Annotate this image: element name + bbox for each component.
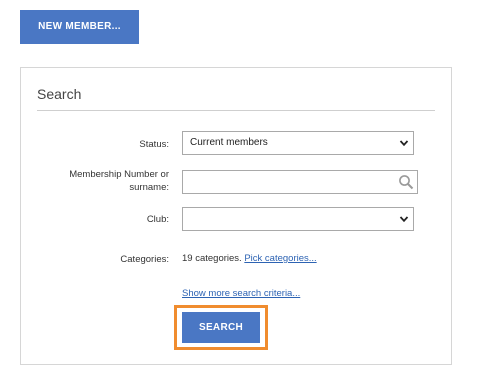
- club-select[interactable]: [182, 207, 414, 231]
- status-select[interactable]: Current members: [182, 131, 414, 155]
- status-label: Status:: [139, 139, 169, 150]
- new-member-button[interactable]: NEW MEMBER...: [20, 10, 139, 44]
- search-icon[interactable]: [398, 174, 414, 190]
- status-select-value: Current members: [190, 137, 268, 148]
- page: NEW MEMBER... Search Status: Current mem…: [0, 0, 498, 392]
- search-panel: Search Status: Current members Membershi…: [20, 67, 452, 365]
- club-label: Club:: [146, 214, 169, 225]
- membership-label: Membership Number or surname:: [41, 168, 169, 194]
- panel-title: Search: [37, 86, 82, 102]
- divider: [37, 110, 435, 111]
- search-button[interactable]: SEARCH: [182, 312, 260, 343]
- chevron-down-icon: [399, 140, 409, 147]
- membership-label-line1: Membership Number or: [69, 169, 169, 180]
- search-button-highlight: SEARCH: [174, 305, 268, 350]
- show-more-criteria-link[interactable]: Show more search criteria...: [182, 288, 300, 299]
- categories-label: Categories:: [120, 254, 169, 265]
- chevron-down-icon: [399, 216, 409, 223]
- categories-summary: 19 categories.: [182, 253, 242, 264]
- membership-search-input[interactable]: [182, 170, 418, 194]
- membership-label-line2: surname:: [129, 182, 169, 193]
- pick-categories-link[interactable]: Pick categories...: [244, 253, 316, 264]
- categories-value: 19 categories. Pick categories...: [182, 253, 317, 264]
